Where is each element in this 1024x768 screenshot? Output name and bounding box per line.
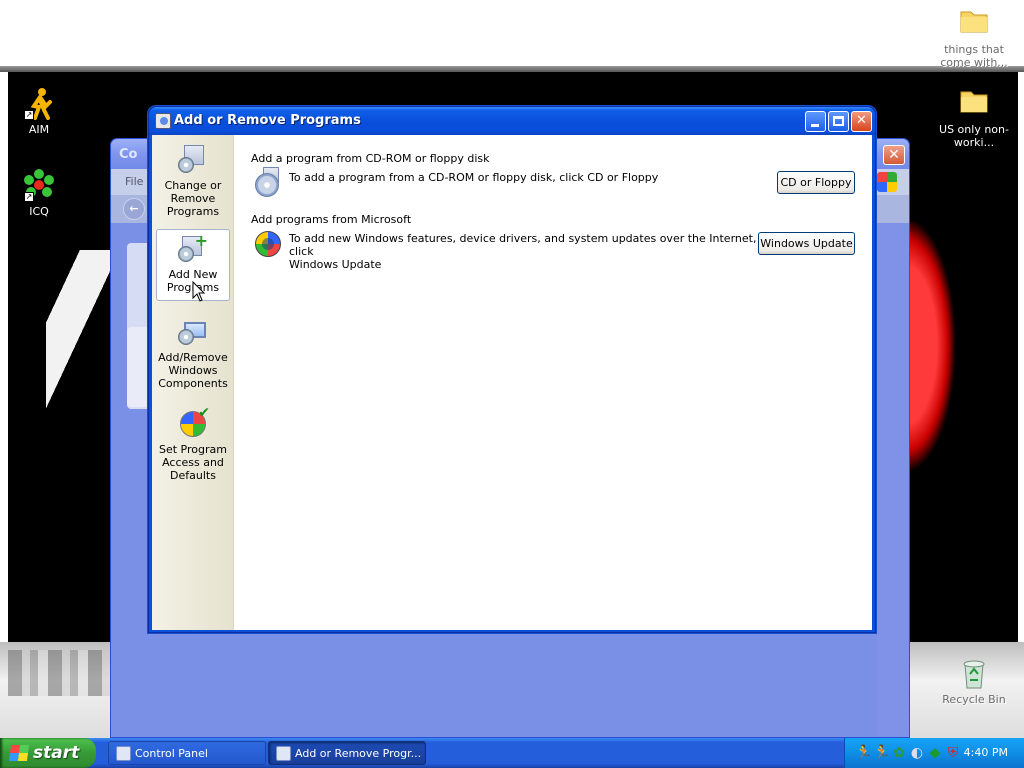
recycle-bin-icon [957,656,991,690]
add-remove-programs-window[interactable]: Add or Remove Programs ✕ Change or Remov… [148,106,876,633]
shortcut-arrow-icon: ↗ [24,110,34,120]
minimize-button[interactable] [805,111,826,132]
taskbar-button-control-panel[interactable]: Control Panel [108,741,266,765]
wallpaper-red-shape [905,220,955,470]
window-titlebar[interactable]: Add or Remove Programs ✕ [149,107,875,135]
maximize-button[interactable] [828,111,849,132]
windows-logo-icon [877,172,897,192]
control-panel-title: Co [119,147,138,162]
control-panel-edge [877,223,909,737]
wallpaper-top [0,0,1024,66]
maximize-icon [833,116,844,126]
close-icon: ✕ [856,113,867,128]
wallpaper-edge-right [1018,72,1024,642]
control-panel-icon [116,746,131,761]
windows-update-icon [253,229,283,259]
desktop-icon-label: things that come with... [940,43,1008,69]
desktop-icon-label: ICQ [29,205,49,218]
add-remove-programs-icon [155,113,171,129]
icq-tray-icon[interactable]: ✿ [891,745,907,761]
wallpaper-blocks [8,650,112,696]
section-title-microsoft: Add programs from Microsoft [251,213,412,226]
sidebar: Change or Remove Programs + Add New Prog… [152,135,234,630]
taskbar-button-label: Control Panel [135,747,208,760]
desktop-icon-aim[interactable]: ↗ AIM [1,86,77,136]
windows-flag-icon [8,745,30,761]
start-label: start [33,743,80,763]
system-tray: 🏃 🏃 ✿ ◐ ◆ ⛨ 4:40 PM [844,738,1024,768]
wallpaper-band [0,66,1024,72]
section-desc-line: To add new Windows features, device driv… [289,232,757,258]
sidebar-item-program-access[interactable]: ✔ Set Program Access and Defaults [156,405,230,482]
taskbar: start Control Panel Add or Remove Progr.… [0,738,1024,768]
change-remove-programs-icon [178,145,208,175]
desktop-icon-label: AIM [28,123,50,136]
network-icon[interactable]: ◆ [927,745,943,761]
desktop-icon-recycle-bin[interactable]: Recycle Bin [936,656,1012,706]
program-access-defaults-icon: ✔ [178,405,210,439]
taskbar-button-label: Add or Remove Progr... [295,747,422,760]
shortcut-arrow-icon: ↗ [24,192,34,202]
icq-flower-icon: ↗ [22,168,56,202]
checkmark-icon: ✔ [198,405,210,421]
sidebar-item-windows-components[interactable]: Add/Remove Windows Components [156,313,230,391]
windows-components-icon [178,317,208,347]
aim-icon: ↗ [22,86,56,120]
section-desc-microsoft: To add new Windows features, device driv… [289,232,759,271]
wallpaper-edge-left [0,72,8,642]
sidebar-item-change-remove[interactable]: Change or Remove Programs [156,141,230,223]
folder-icon [957,86,991,120]
close-icon[interactable]: ✕ [883,145,905,165]
desktop-icon-us-only-folder[interactable]: US only non-worki... [936,86,1012,149]
sidebar-item-label: Change or Remove Programs [164,179,222,218]
security-shield-icon[interactable]: ⛨ [945,745,961,761]
cd-or-floppy-button[interactable]: CD or Floppy [777,171,855,194]
section-desc-line: Windows Update [289,258,382,271]
window-body: Change or Remove Programs + Add New Prog… [152,135,872,630]
start-button[interactable]: start [0,738,96,768]
windows-update-button[interactable]: Windows Update [758,232,855,255]
mouse-cursor-icon [192,281,206,302]
minimize-icon [811,124,819,127]
desktop-icon-label: US only non-worki... [939,123,1009,149]
add-remove-programs-icon [276,746,291,761]
cd-floppy-icon [253,167,283,197]
aim-tray-icon[interactable]: 🏃 [855,745,872,761]
add-new-programs-icon: + [178,231,208,264]
sidebar-item-label: Set Program Access and Defaults [159,443,227,482]
aim-tray-icon-2[interactable]: 🏃 [873,745,890,761]
menu-file[interactable]: File [125,175,143,188]
section-desc-cd: To add a program from a CD-ROM or floppy… [289,171,659,184]
section-title-cd: Add a program from CD-ROM or floppy disk [251,152,490,165]
back-arrow-icon[interactable]: ← [123,198,145,220]
plus-icon: + [194,231,208,250]
folder-icon [957,6,991,40]
taskbar-button-add-remove[interactable]: Add or Remove Progr... [268,741,426,765]
close-button[interactable]: ✕ [851,111,872,132]
desktop-icon-things-folder[interactable]: things that come with... [936,6,1012,69]
window-title: Add or Remove Programs [174,113,361,128]
sidebar-item-label: Add/Remove Windows Components [158,351,228,390]
wallpaper-letter [46,250,116,430]
desktop-icon-label: Recycle Bin [942,693,1006,706]
volume-icon[interactable]: ◐ [909,745,925,761]
main-content: Add a program from CD-ROM or floppy disk… [235,135,872,630]
desktop-icon-icq[interactable]: ↗ ICQ [1,168,77,218]
clock[interactable]: 4:40 PM [964,746,1008,759]
